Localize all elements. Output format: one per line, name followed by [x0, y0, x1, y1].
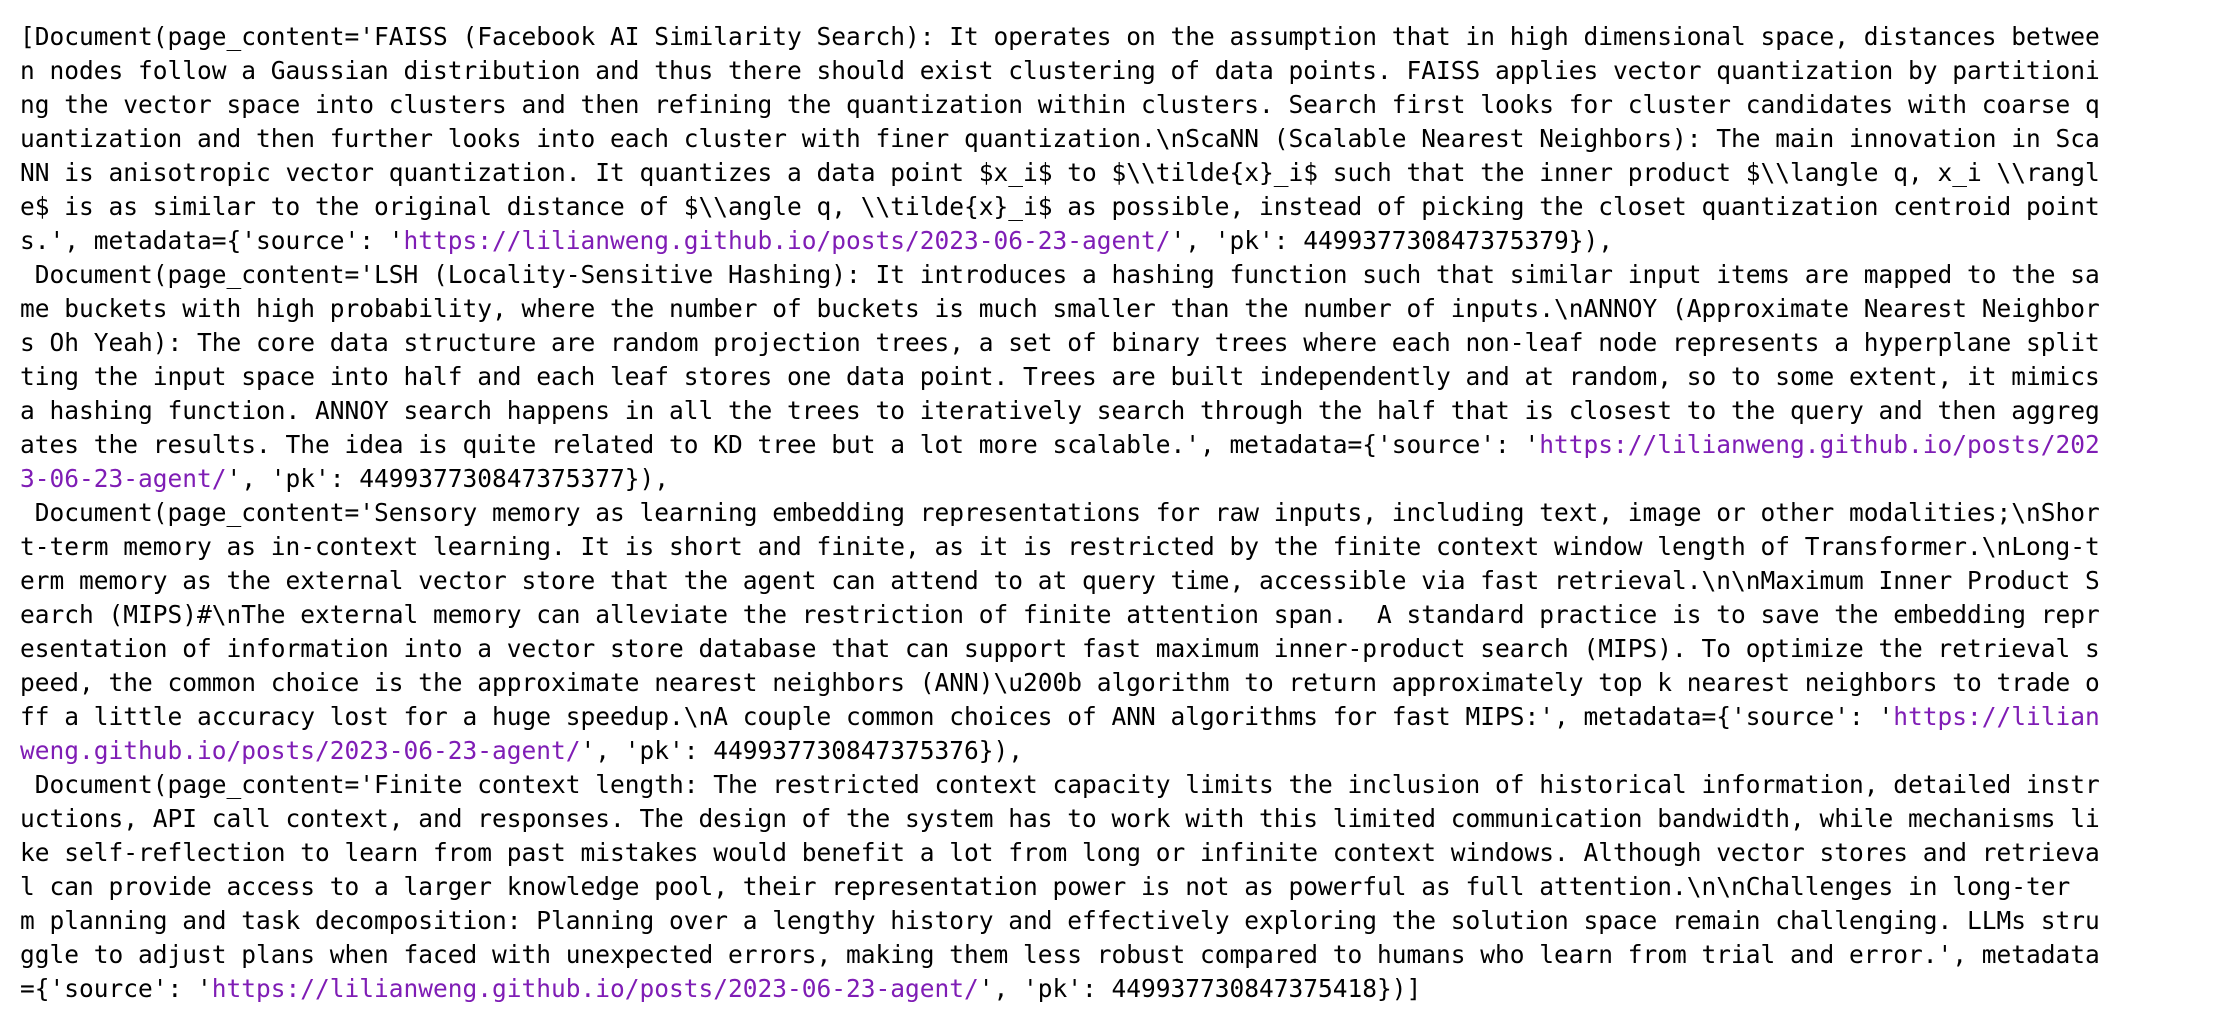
output-line: m planning and task decomposition: Plann… [20, 904, 2232, 938]
output-line: ={'source': 'https://lilianweng.github.i… [20, 972, 2232, 1006]
output-line: s.', metadata={'source': 'https://lilian… [20, 224, 2232, 258]
output-text: Document(page_content='Sensory memory as… [20, 498, 2100, 527]
output-line: t-term memory as in-context learning. It… [20, 530, 2232, 564]
output-line: peed, the common choice is the approxima… [20, 666, 2232, 700]
output-line: weng.github.io/posts/2023-06-23-agent/',… [20, 734, 2232, 768]
output-text: erm memory as the external vector store … [20, 566, 2100, 595]
output-text: t-term memory as in-context learning. It… [20, 532, 2100, 561]
source-link[interactable]: https://lilian [1893, 702, 2100, 731]
output-text: m planning and task decomposition: Plann… [20, 906, 2100, 935]
output-line: ke self-reflection to learn from past mi… [20, 836, 2232, 870]
output-text: e$ is as similar to the original distanc… [20, 192, 2100, 221]
source-link[interactable]: https://lilianweng.github.io/posts/202 [1539, 430, 2100, 459]
output-text: ates the results. The idea is quite rela… [20, 430, 1540, 459]
output-text: ', 'pk': 449937730847375377}), [226, 464, 670, 493]
output-line: uctions, API call context, and responses… [20, 802, 2232, 836]
output-text: ', 'pk': 449937730847375376}), [580, 736, 1024, 765]
output-text: ', 'pk': 449937730847375379}), [1170, 226, 1614, 255]
source-link[interactable]: https://lilianweng.github.io/posts/2023-… [212, 974, 979, 1003]
output-text: ting the input space into half and each … [20, 362, 2100, 391]
output-text: ke self-reflection to learn from past mi… [20, 838, 2100, 867]
output-text: NN is anisotropic vector quantization. I… [20, 158, 2100, 187]
output-text: s.', metadata={'source': ' [20, 226, 404, 255]
output-text: peed, the common choice is the approxima… [20, 668, 2100, 697]
output-line: ggle to adjust plans when faced with une… [20, 938, 2232, 972]
output-line: earch (MIPS)#\nThe external memory can a… [20, 598, 2232, 632]
output-text: me buckets with high probability, where … [20, 294, 2100, 323]
output-text: uctions, API call context, and responses… [20, 804, 2100, 833]
output-line: Document(page_content='Sensory memory as… [20, 496, 2232, 530]
output-line: uantization and then further looks into … [20, 122, 2232, 156]
output-text: l can provide access to a larger knowled… [20, 872, 2071, 901]
source-link[interactable]: weng.github.io/posts/2023-06-23-agent/ [20, 736, 581, 765]
output-text: ff a little accuracy lost for a huge spe… [20, 702, 1894, 731]
output-line: l can provide access to a larger knowled… [20, 870, 2232, 904]
output-line: NN is anisotropic vector quantization. I… [20, 156, 2232, 190]
output-line: [Document(page_content='FAISS (Facebook … [20, 20, 2232, 54]
output-line: ng the vector space into clusters and th… [20, 88, 2232, 122]
output-line: a hashing function. ANNOY search happens… [20, 394, 2232, 428]
output-line: Document(page_content='LSH (Locality-Sen… [20, 258, 2232, 292]
output-text: s Oh Yeah): The core data structure are … [20, 328, 2100, 357]
output-line: Document(page_content='Finite context le… [20, 768, 2232, 802]
output-line: n nodes follow a Gaussian distribution a… [20, 54, 2232, 88]
output-text: Document(page_content='Finite context le… [20, 770, 2100, 799]
output-line: 3-06-23-agent/', 'pk': 44993773084737537… [20, 462, 2232, 496]
output-text: ggle to adjust plans when faced with une… [20, 940, 2100, 969]
output-line: ates the results. The idea is quite rela… [20, 428, 2232, 462]
cell-output: [Document(page_content='FAISS (Facebook … [0, 0, 2232, 1010]
output-text: earch (MIPS)#\nThe external memory can a… [20, 600, 2100, 629]
output-text: ', 'pk': 449937730847375418})] [978, 974, 1422, 1003]
output-line: e$ is as similar to the original distanc… [20, 190, 2232, 224]
output-text: ng the vector space into clusters and th… [20, 90, 2100, 119]
output-line: s Oh Yeah): The core data structure are … [20, 326, 2232, 360]
output-text: ={'source': ' [20, 974, 212, 1003]
output-text: esentation of information into a vector … [20, 634, 2100, 663]
output-text: uantization and then further looks into … [20, 124, 2100, 153]
output-line: me buckets with high probability, where … [20, 292, 2232, 326]
output-text: Document(page_content='LSH (Locality-Sen… [20, 260, 2100, 289]
output-text: n nodes follow a Gaussian distribution a… [20, 56, 2100, 85]
output-text: a hashing function. ANNOY search happens… [20, 396, 2100, 425]
output-line: esentation of information into a vector … [20, 632, 2232, 666]
source-link[interactable]: https://lilianweng.github.io/posts/2023-… [404, 226, 1171, 255]
output-line: ff a little accuracy lost for a huge spe… [20, 700, 2232, 734]
output-line: ting the input space into half and each … [20, 360, 2232, 394]
source-link[interactable]: 3-06-23-agent/ [20, 464, 227, 493]
output-text: [Document(page_content='FAISS (Facebook … [20, 22, 2100, 51]
output-line: erm memory as the external vector store … [20, 564, 2232, 598]
